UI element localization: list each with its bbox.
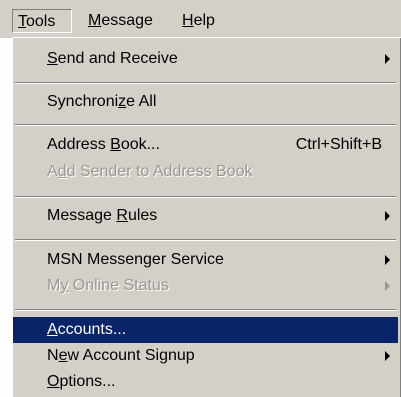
- menubar-help-key: H: [182, 12, 194, 29]
- menu-separator: [15, 82, 396, 84]
- menu-item-label: Address Book...: [47, 132, 160, 158]
- submenu-arrow-icon: [385, 255, 390, 265]
- submenu-arrow-icon: [385, 54, 390, 64]
- menu-separator: [15, 196, 396, 198]
- menu-item-address-book[interactable]: Address Book... Ctrl+Shift+B: [13, 132, 398, 158]
- menu-item-label: Options...: [47, 369, 115, 395]
- label-post: e All: [126, 93, 157, 110]
- menu-item-message-rules[interactable]: Message Rules: [13, 203, 398, 229]
- submenu-arrow-icon: [385, 351, 390, 361]
- label-access-key: d: [57, 163, 67, 180]
- menu-item-my-online-status: My Online Status: [13, 273, 398, 299]
- menu-item-label: Message Rules: [47, 203, 157, 229]
- label-access-key: S: [47, 50, 58, 67]
- menubar-help-rest: elp: [193, 12, 215, 29]
- label-post: end and Receive: [57, 50, 178, 67]
- menu-item-label: My Online Status: [47, 273, 169, 299]
- menu-item-send-and-receive[interactable]: Send and Receive: [13, 46, 398, 72]
- label-pre: M: [47, 277, 61, 294]
- menu-separator: [15, 239, 396, 241]
- submenu-arrow-icon: [385, 211, 390, 221]
- menubar-message-key: M: [88, 12, 102, 29]
- menu-item-label: Add Sender to Address Book: [47, 159, 252, 185]
- label-access-key: z: [118, 93, 127, 110]
- menubar-tools-key: T: [18, 13, 26, 30]
- menu-item-accounts[interactable]: Accounts...: [13, 317, 398, 343]
- label-pre: Address: [47, 136, 111, 153]
- label-post: ptions...: [59, 373, 116, 390]
- submenu-arrow-icon: [385, 281, 390, 291]
- label-pre: Synchroni: [47, 93, 119, 110]
- label-access-key: B: [110, 136, 121, 153]
- menu-item-shortcut: Ctrl+Shift+B: [295, 136, 382, 153]
- tools-dropdown-menu: Send and Receive Synchronize All Address…: [12, 37, 401, 397]
- label-pre: A: [47, 163, 58, 180]
- menubar-tools[interactable]: Tools: [12, 9, 72, 33]
- label-access-key: R: [116, 207, 128, 224]
- label-post: ules: [127, 207, 158, 224]
- label-pre: MSN Messenger Service: [47, 251, 224, 268]
- menu-item-label: Accounts...: [47, 317, 126, 343]
- menu-separator: [15, 124, 396, 126]
- menu-item-synchronize-all[interactable]: Synchronize All: [13, 89, 398, 115]
- label-post: ccounts...: [57, 321, 127, 338]
- menu-bar: Tools Message Help: [0, 0, 401, 38]
- menu-separator: [15, 309, 396, 311]
- label-post: Online Status: [68, 277, 169, 294]
- menu-item-label: New Account Signup: [47, 343, 195, 369]
- label-pre: N: [47, 347, 59, 364]
- menu-item-new-account-signup[interactable]: New Account Signup: [13, 343, 398, 369]
- label-pre: Message: [47, 207, 117, 224]
- menubar-message-rest: essage: [101, 12, 153, 29]
- menu-item-add-sender-to-address-book: Add Sender to Address Book: [13, 159, 398, 185]
- menubar-help[interactable]: Help: [176, 9, 230, 33]
- menubar-tools-rest: ools: [26, 13, 56, 30]
- label-post: w Account Signup: [67, 347, 195, 364]
- menu-item-options[interactable]: Options...: [13, 369, 398, 395]
- menu-item-msn-messenger-service[interactable]: MSN Messenger Service: [13, 247, 398, 273]
- menu-item-label: MSN Messenger Service: [47, 247, 224, 273]
- menubar-message[interactable]: Message: [82, 9, 162, 33]
- label-access-key: A: [47, 321, 58, 338]
- label-post: ook...: [120, 136, 160, 153]
- menu-item-label: Synchronize All: [47, 89, 156, 115]
- label-access-key: O: [47, 373, 60, 390]
- menu-item-label: Send and Receive: [47, 46, 178, 72]
- label-post: d Sender to Address Book: [66, 163, 253, 180]
